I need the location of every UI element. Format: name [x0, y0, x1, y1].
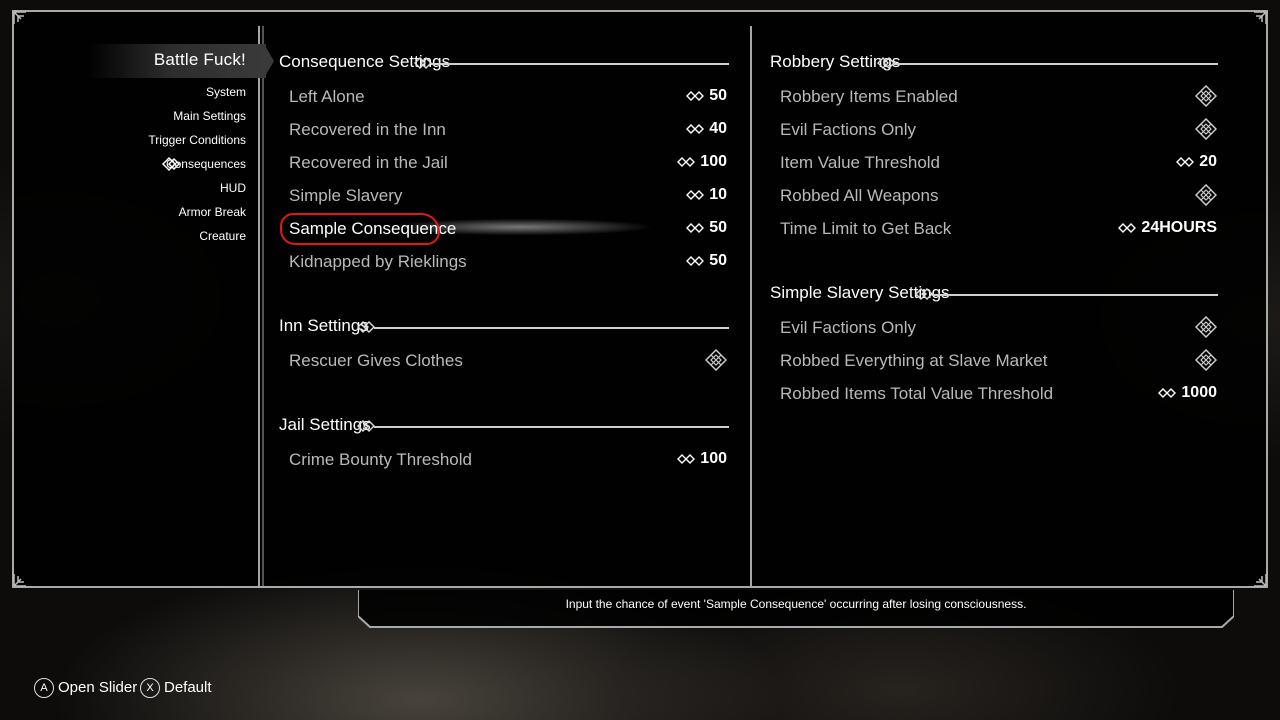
- knot-ornament-icon: [877, 57, 895, 69]
- option-robbed-all-weapons[interactable]: Robbed All Weapons: [780, 184, 1217, 210]
- option-recovered-in-the-jail[interactable]: Recovered in the Jail 100: [289, 151, 727, 177]
- slider-arrows-icon: [677, 453, 696, 464]
- sidebar-item-main-settings[interactable]: Main Settings: [173, 109, 246, 123]
- slider-value: 50: [686, 87, 727, 105]
- section-simple-slavery-settings: Simple Slavery Settings: [770, 283, 1218, 307]
- section-consequence-settings: Consequence Settings: [279, 52, 729, 76]
- section-inn-settings: Inn Settings: [279, 316, 729, 340]
- corner-ornament-icon: [12, 10, 34, 32]
- section-robbery-settings: Robbery Settings: [770, 52, 1218, 76]
- option-label: Robbed All Weapons: [780, 186, 939, 205]
- option-label: Time Limit to Get Back: [780, 219, 952, 238]
- slider-arrows-icon: [686, 123, 705, 134]
- option-recovered-in-the-inn[interactable]: Recovered in the Inn 40: [289, 118, 727, 144]
- option-label: Item Value Threshold: [780, 153, 941, 172]
- slider-value: 1000: [1158, 384, 1217, 402]
- option-label: Simple Slavery: [289, 186, 403, 205]
- sidebar-item-trigger-conditions[interactable]: Trigger Conditions: [148, 133, 246, 147]
- toggle-checkbox-icon[interactable]: [1195, 316, 1217, 338]
- option-crime-bounty-threshold[interactable]: Crime Bounty Threshold 100: [289, 448, 727, 474]
- option-label: Evil Factions Only: [780, 120, 917, 139]
- toggle-checkbox-icon[interactable]: [705, 349, 727, 371]
- knot-ornament-icon: [915, 288, 933, 300]
- tab-arrow-icon: [264, 44, 274, 78]
- hint-label: Default: [164, 678, 212, 696]
- toggle-checkbox-icon[interactable]: [1195, 118, 1217, 140]
- hint-default: X Default: [140, 678, 212, 698]
- info-text-box: Input the chance of event 'Sample Conseq…: [358, 588, 1234, 628]
- slider-value: 10: [686, 186, 727, 204]
- a-button-icon: A: [34, 678, 54, 698]
- sidebar-item-armor-break[interactable]: Armor Break: [179, 205, 246, 219]
- slider-value: 20: [1176, 153, 1217, 171]
- section-rule: [894, 63, 1218, 65]
- slider-value: 40: [686, 120, 727, 138]
- mod-title-tab[interactable]: Battle Fuck!: [88, 44, 274, 78]
- menu-value: 24HOURS: [1118, 219, 1217, 237]
- sidebar-divider: [262, 26, 264, 586]
- slider-arrows-icon: [686, 90, 705, 101]
- slider-arrows-icon: [1158, 387, 1177, 398]
- mod-title: Battle Fuck!: [153, 50, 246, 69]
- option-slavery-evil-factions-only[interactable]: Evil Factions Only: [780, 316, 1217, 342]
- option-label: Robbed Everything at Slave Market: [780, 351, 1048, 370]
- hint-label: Open Slider: [58, 678, 138, 696]
- selected-page-icon: [161, 155, 181, 173]
- option-rescuer-gives-clothes[interactable]: Rescuer Gives Clothes: [289, 349, 727, 375]
- option-label: Kidnapped by Rieklings: [289, 252, 467, 271]
- section-rule: [431, 63, 729, 65]
- section-rule: [374, 426, 729, 428]
- option-label: Robbery Items Enabled: [780, 87, 958, 106]
- option-robbed-items-total-value-threshold[interactable]: Robbed Items Total Value Threshold 1000: [780, 382, 1217, 408]
- option-label: Rescuer Gives Clothes: [289, 351, 463, 370]
- section-jail-settings: Jail Settings: [279, 415, 729, 439]
- toggle-checkbox-icon[interactable]: [1195, 184, 1217, 206]
- option-label: Sample Consequence: [289, 219, 457, 238]
- option-item-value-threshold[interactable]: Item Value Threshold 20: [780, 151, 1217, 177]
- option-label: Evil Factions Only: [780, 318, 917, 337]
- column-divider: [750, 26, 752, 586]
- slider-arrows-icon: [686, 255, 705, 266]
- hint-open-slider: A Open Slider: [34, 678, 137, 698]
- slider-value: 100: [677, 153, 727, 171]
- option-left-alone[interactable]: Left Alone 50: [289, 85, 727, 111]
- sidebar-item-system[interactable]: System: [206, 85, 246, 99]
- info-text: Input the chance of event 'Sample Conseq…: [565, 597, 1027, 611]
- slider-arrows-icon: [686, 189, 705, 200]
- slider-value: 100: [677, 450, 727, 468]
- knot-ornament-icon: [357, 420, 375, 432]
- corner-ornament-icon: [1246, 566, 1268, 588]
- option-label: Recovered in the Jail: [289, 153, 448, 172]
- slider-value: 50: [686, 219, 727, 237]
- option-label: Crime Bounty Threshold: [289, 450, 472, 469]
- sidebar-divider: [258, 26, 260, 586]
- toggle-checkbox-icon[interactable]: [1195, 85, 1217, 107]
- option-label: Recovered in the Inn: [289, 120, 446, 139]
- knot-ornament-icon: [357, 321, 375, 333]
- option-robbed-everything-at-slave-market[interactable]: Robbed Everything at Slave Market: [780, 349, 1217, 375]
- slider-arrows-icon: [677, 156, 696, 167]
- slider-value: 50: [686, 252, 727, 270]
- option-robbery-items-enabled[interactable]: Robbery Items Enabled: [780, 85, 1217, 111]
- option-sample-consequence[interactable]: Sample Consequence 50: [289, 217, 727, 243]
- sidebar: Battle Fuck!: [88, 44, 274, 78]
- sidebar-item-hud[interactable]: HUD: [220, 181, 246, 195]
- x-button-icon: X: [140, 678, 160, 698]
- slider-arrows-icon: [1176, 156, 1195, 167]
- option-kidnapped-by-rieklings[interactable]: Kidnapped by Rieklings 50: [289, 250, 727, 276]
- sidebar-item-creature[interactable]: Creature: [199, 229, 246, 243]
- toggle-checkbox-icon[interactable]: [1195, 349, 1217, 371]
- option-time-limit-to-get-back[interactable]: Time Limit to Get Back 24HOURS: [780, 217, 1217, 243]
- option-simple-slavery[interactable]: Simple Slavery 10: [289, 184, 727, 210]
- section-rule: [374, 327, 729, 329]
- corner-ornament-icon: [1246, 10, 1268, 32]
- section-rule: [932, 294, 1218, 296]
- knot-ornament-icon: [414, 57, 432, 69]
- option-evil-factions-only[interactable]: Evil Factions Only: [780, 118, 1217, 144]
- slider-arrows-icon: [686, 222, 705, 233]
- option-label: Robbed Items Total Value Threshold: [780, 384, 1054, 403]
- slider-arrows-icon: [1118, 222, 1137, 233]
- corner-ornament-icon: [12, 566, 34, 588]
- option-label: Left Alone: [289, 87, 365, 106]
